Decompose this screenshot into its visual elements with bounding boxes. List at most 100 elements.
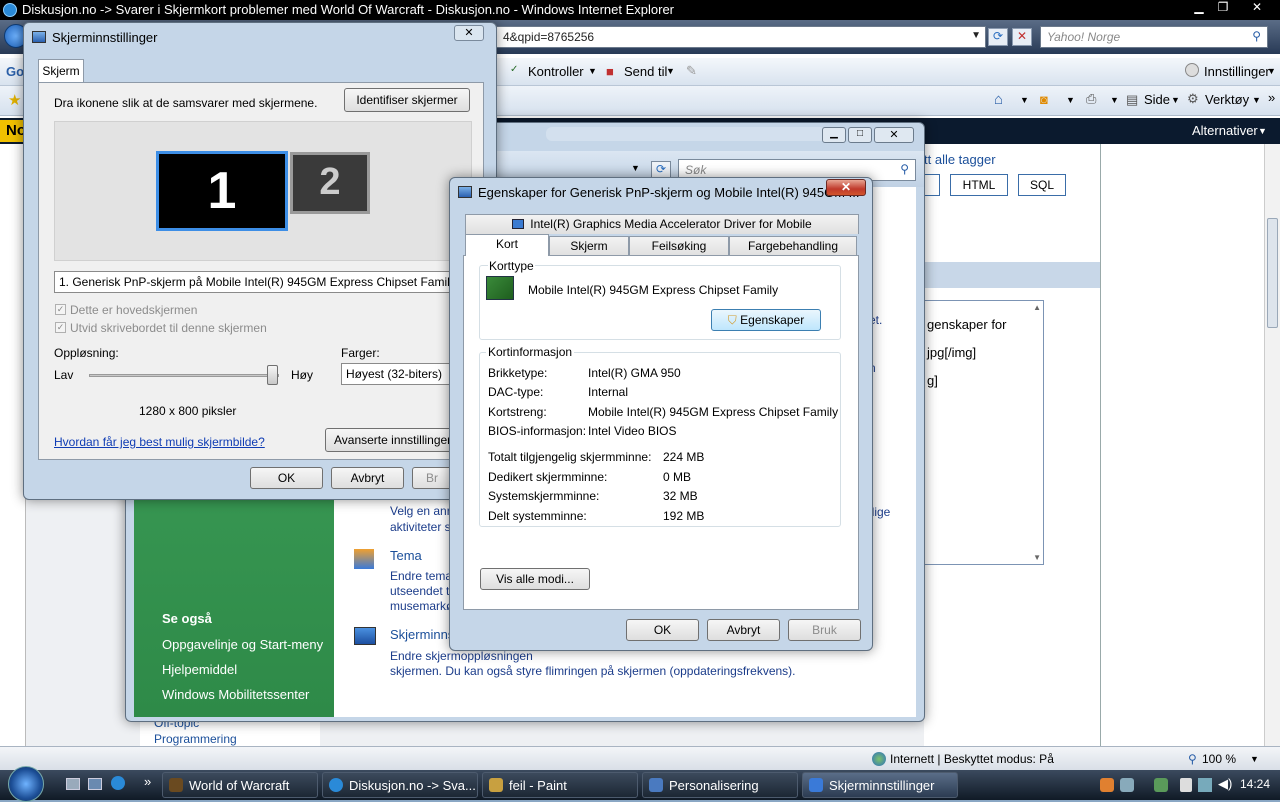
display-settings-link[interactable]: Skjerminns xyxy=(390,627,454,642)
tab-skjerm[interactable]: Skjerm xyxy=(38,59,84,83)
monitor-1[interactable]: 1 xyxy=(156,151,288,231)
switch-windows-icon[interactable] xyxy=(88,778,102,790)
chevron-down-icon[interactable]: ▼ xyxy=(1020,95,1029,105)
cancel-button[interactable]: Avbryt xyxy=(331,467,404,489)
clock[interactable]: 14:24 xyxy=(1240,777,1270,791)
tray-icon[interactable] xyxy=(1100,778,1114,792)
kontroller-button[interactable]: Kontroller xyxy=(528,64,584,79)
chevron-down-icon[interactable]: ▼ xyxy=(1258,126,1267,136)
maximize-button[interactable]: □ xyxy=(848,127,872,143)
tray-icon[interactable] xyxy=(1120,778,1134,792)
network-icon[interactable] xyxy=(1198,778,1212,792)
chevron-down-icon[interactable]: ▼ xyxy=(588,66,597,76)
identify-button[interactable]: Identifiser skjermer xyxy=(344,88,470,112)
tab-feilsoking[interactable]: Feilsøking xyxy=(629,236,729,256)
chevron-down-icon[interactable]: ▼ xyxy=(1171,95,1180,105)
start-button[interactable] xyxy=(8,766,44,802)
chevron-down-icon[interactable]: ▼ xyxy=(1267,66,1276,76)
chevron-down-icon[interactable]: ▼ xyxy=(1250,754,1259,764)
chevron-down-icon[interactable]: ▼ xyxy=(1252,95,1261,105)
colors-select[interactable]: Høyest (32-biters) xyxy=(341,363,459,385)
see-also-link[interactable]: Windows Mobilitetssenter xyxy=(162,687,309,702)
item-desc: aktiviteter s xyxy=(390,520,451,534)
innstillinger-button[interactable]: Innstillinger xyxy=(1204,64,1270,79)
tab-intel-driver[interactable]: Intel(R) Graphics Media Accelerator Driv… xyxy=(465,214,859,234)
tab-fargebehandling[interactable]: Fargebehandling xyxy=(729,236,857,256)
close-window-button[interactable]: ✕ xyxy=(1244,0,1270,18)
maximize-button[interactable]: ❐ xyxy=(1210,0,1236,18)
alternativer-menu[interactable]: Alternativer xyxy=(1192,123,1258,138)
address-input[interactable]: 4&qpid=8765256 ▼ xyxy=(496,26,986,48)
stop-icon[interactable]: ✕ xyxy=(1012,28,1032,46)
resolution-slider-track[interactable] xyxy=(89,374,279,377)
list-all-modes-button[interactable]: Vis alle modi... xyxy=(480,568,590,590)
taskbar-button-display-settings[interactable]: Skjerminnstillinger xyxy=(802,772,958,798)
adapter-properties-button[interactable]: ⛉ Egenskaper xyxy=(711,309,821,331)
print-icon[interactable]: ⎙ xyxy=(1086,91,1096,107)
tab-kort[interactable]: Kort xyxy=(465,234,549,256)
see-also-link[interactable]: Oppgavelinje og Start-meny xyxy=(162,637,323,652)
chevron-down-icon[interactable]: ▼ xyxy=(631,163,640,173)
tag-button-partial[interactable] xyxy=(924,174,940,196)
tag-html-button[interactable]: HTML xyxy=(950,174,1008,196)
theme-link[interactable]: Tema xyxy=(390,548,422,563)
show-desktop-icon[interactable] xyxy=(66,778,80,790)
tray-icon[interactable] xyxy=(1154,778,1168,792)
search-input[interactable]: Yahoo! Norge ⚲ xyxy=(1040,26,1268,48)
scroll-up-icon[interactable]: ▲ xyxy=(1033,303,1041,312)
security-zone[interactable]: Internett | Beskyttet modus: På xyxy=(890,752,1054,766)
battery-icon[interactable] xyxy=(1180,778,1192,792)
sidebar-link[interactable]: Programmering xyxy=(154,732,237,746)
main-monitor-checkbox[interactable]: ✓ xyxy=(55,304,66,315)
refresh-icon[interactable]: ⟳ xyxy=(988,28,1008,46)
scroll-down-icon[interactable]: ▼ xyxy=(1033,553,1041,562)
monitor-select[interactable]: 1. Generisk PnP-skjerm på Mobile Intel(R… xyxy=(54,271,454,293)
ok-button[interactable]: OK xyxy=(626,619,699,641)
chevron-right-icon[interactable]: » xyxy=(144,774,151,789)
minimize-button[interactable]: ▁ xyxy=(1186,0,1212,18)
help-link[interactable]: Hvordan får jeg best mulig skjermbilde? xyxy=(54,435,265,449)
verktoy-button[interactable]: Verktøy xyxy=(1205,92,1249,107)
volume-icon[interactable]: ◀) xyxy=(1218,776,1232,792)
apply-button[interactable]: Bruk xyxy=(788,619,861,641)
rss-icon[interactable]: ◙ xyxy=(1040,92,1048,107)
extend-desktop-checkbox[interactable]: ✓ xyxy=(55,322,66,333)
chevron-down-icon[interactable]: ▼ xyxy=(971,30,981,41)
apply-button[interactable]: Br xyxy=(412,467,452,489)
taskbar-button-ie[interactable]: Diskusjon.no -> Sva... xyxy=(322,772,478,798)
side-button[interactable]: Side xyxy=(1144,92,1170,107)
all-tags-link[interactable]: tt alle tagger xyxy=(924,152,996,167)
pencil-icon[interactable]: ✎ xyxy=(686,63,697,79)
see-also-link[interactable]: Hjelpemiddel xyxy=(162,662,237,677)
page-scrollbar[interactable] xyxy=(1264,144,1280,746)
taskbar-button-wow[interactable]: World of Warcraft xyxy=(162,772,318,798)
ie-quicklaunch-icon[interactable] xyxy=(111,776,125,790)
tag-sql-button[interactable]: SQL xyxy=(1018,174,1066,196)
home-icon[interactable]: ⌂ xyxy=(994,91,1003,108)
chevron-down-icon[interactable]: ▼ xyxy=(1110,95,1119,105)
send-til-button[interactable]: Send til xyxy=(624,64,667,79)
search-icon[interactable]: ⚲ xyxy=(900,162,909,176)
minimize-button[interactable]: ▁ xyxy=(822,127,846,143)
monitor-2[interactable]: 2 xyxy=(290,152,370,214)
ok-button[interactable]: OK xyxy=(250,467,323,489)
taskbar-button-personalization[interactable]: Personalisering xyxy=(642,772,798,798)
zoom-level[interactable]: 100 % xyxy=(1202,752,1236,766)
tab-skjerm[interactable]: Skjerm xyxy=(549,236,629,256)
taskbar-label: Skjerminnstillinger xyxy=(829,778,935,793)
cancel-button[interactable]: Avbryt xyxy=(707,619,780,641)
favorites-star-icon[interactable]: ★ xyxy=(8,91,21,109)
info-value: Internal xyxy=(588,385,629,399)
scrollbar-thumb[interactable] xyxy=(1267,218,1278,328)
chevron-down-icon[interactable]: ▼ xyxy=(1066,95,1075,105)
post-editor[interactable]: genskaper for jpg[/img] g] ▲ ▼ xyxy=(924,300,1044,565)
close-button[interactable]: ✕ xyxy=(454,25,484,41)
advanced-settings-button[interactable]: Avanserte innstillinger xyxy=(325,428,465,452)
resolution-slider-thumb[interactable] xyxy=(267,365,278,385)
chevron-down-icon[interactable]: ▼ xyxy=(666,66,675,76)
close-button[interactable]: ✕ xyxy=(826,179,866,196)
taskbar-button-paint[interactable]: feil - Paint xyxy=(482,772,638,798)
chevron-right-icon[interactable]: » xyxy=(1268,90,1275,105)
search-icon[interactable]: ⚲ xyxy=(1252,29,1261,43)
close-button[interactable]: ✕ xyxy=(874,127,914,143)
